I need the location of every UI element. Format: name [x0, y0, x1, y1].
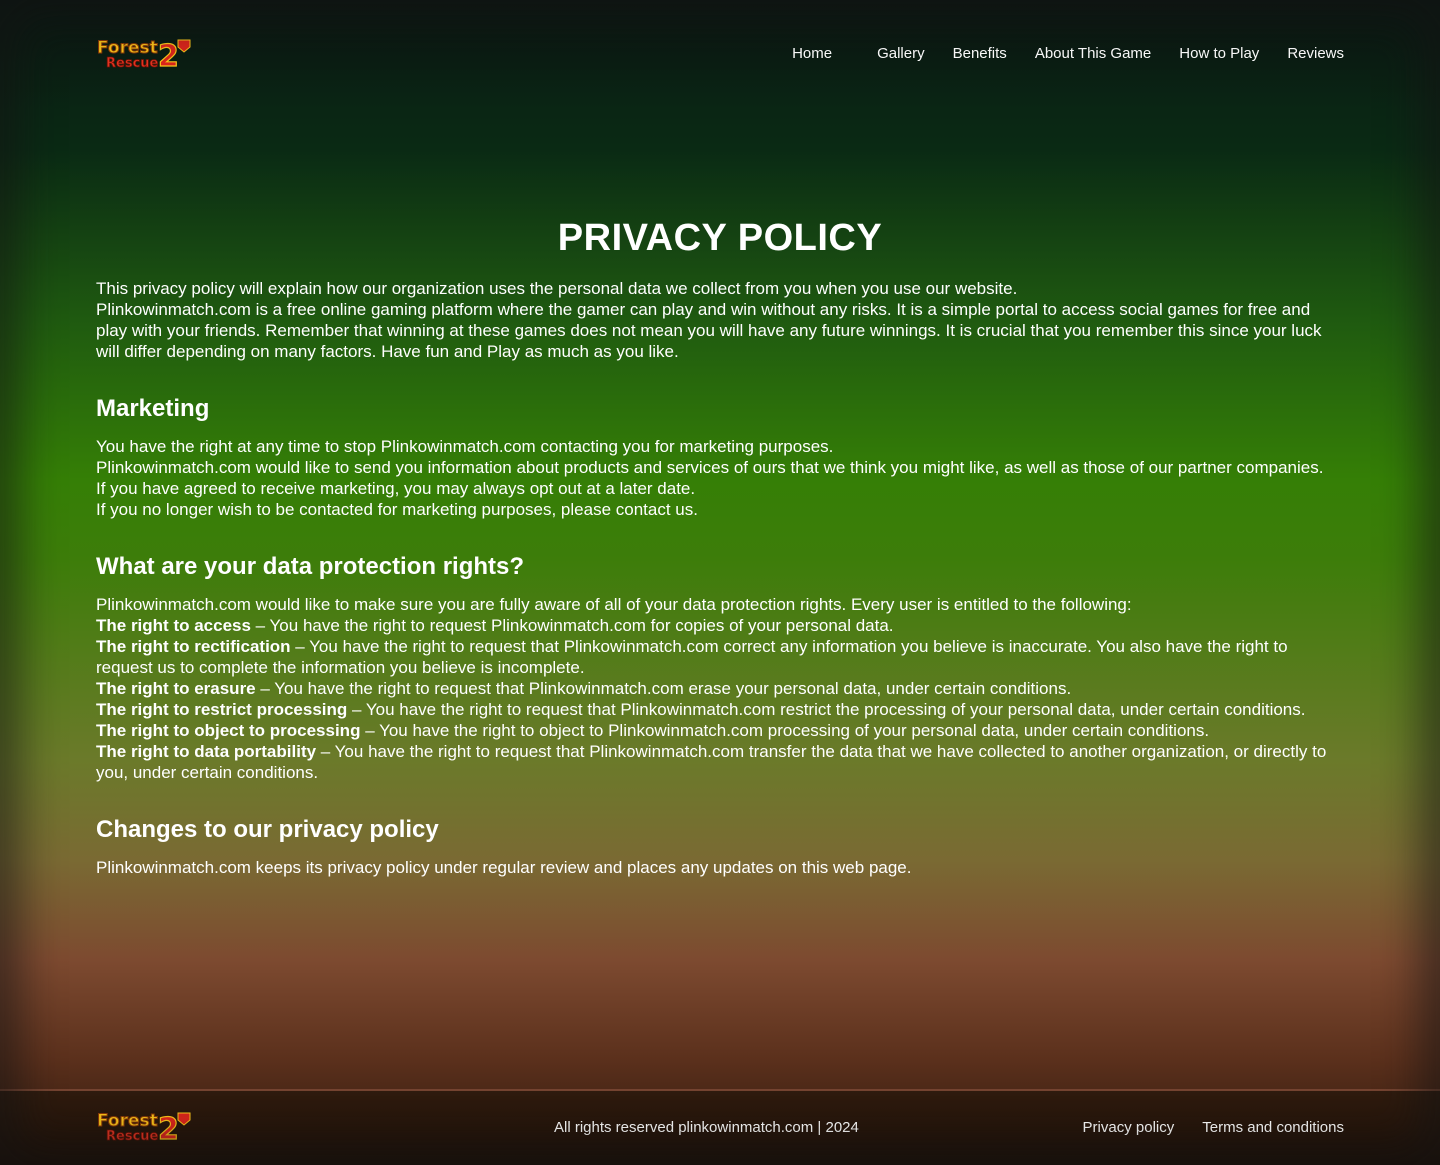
logo-number: 2 [158, 1112, 179, 1145]
copyright-text: All rights reserved plinkowinmatch.com |… [554, 1119, 859, 1136]
logo-shield-icon [177, 1112, 191, 1126]
right-text: – You have the right to request that Pli… [347, 700, 1306, 719]
changes-section: Changes to our privacy policy Plinkowinm… [96, 815, 1344, 878]
nav-benefits[interactable]: Benefits [953, 44, 1007, 64]
logo-word-rescue: Rescue [106, 56, 159, 71]
intro-section: This privacy policy will explain how our… [96, 278, 1344, 362]
right-term: The right to rectification [96, 637, 291, 656]
marketing-line: If you no longer wish to be contacted fo… [96, 500, 698, 519]
logo-shield-icon [177, 39, 191, 53]
right-term: The right to erasure [96, 679, 256, 698]
intro-paragraph: This privacy policy will explain how our… [96, 279, 1018, 298]
logo-word-rescue: Rescue [106, 1129, 159, 1144]
marketing-section: Marketing You have the right at any time… [96, 394, 1344, 520]
rights-intro: Plinkowinmatch.com would like to make su… [96, 595, 1132, 614]
logo-number: 2 [158, 39, 179, 72]
nav-home[interactable]: Home [792, 44, 832, 64]
nav-about-this-game[interactable]: About This Game [1035, 44, 1151, 64]
right-item: The right to data portability – You have… [96, 741, 1344, 783]
page-title: PRIVACY POLICY [557, 217, 883, 260]
nav-gallery[interactable]: Gallery [877, 44, 925, 64]
marketing-line: Plinkowinmatch.com would like to send yo… [96, 458, 1324, 477]
footer-link-terms-and-conditions[interactable]: Terms and conditions [1202, 1118, 1344, 1138]
right-item: The right to erasure – You have the righ… [96, 678, 1344, 699]
footer-logo[interactable]: Forest Rescue 2 [96, 1109, 192, 1148]
logo-image: Forest Rescue 2 [97, 38, 191, 75]
policy-content: This privacy policy will explain how our… [96, 278, 1344, 910]
site-logo[interactable]: Forest Rescue 2 [96, 36, 192, 75]
footer-logo-image: Forest Rescue 2 [97, 1111, 191, 1148]
site-header: Forest Rescue 2 Home Gallery Benefits Ab… [0, 0, 1440, 108]
main-nav: Home Gallery Benefits About This Game Ho… [792, 44, 1344, 64]
right-term: The right to object to processing [96, 721, 361, 740]
marketing-line: You have the right at any time to stop P… [96, 437, 834, 456]
right-text: – You have the right to request that Pli… [255, 679, 1072, 698]
footer-links: Privacy policy Terms and conditions [1055, 1118, 1344, 1138]
marketing-heading: Marketing [96, 395, 210, 422]
nav-how-to-play[interactable]: How to Play [1179, 44, 1259, 64]
changes-heading: Changes to our privacy policy [96, 816, 439, 843]
right-term: The right to data portability [96, 742, 317, 761]
logo-word-forest: Forest [97, 38, 158, 58]
rights-heading: What are your data protection rights? [96, 553, 525, 580]
right-term: The right to access [96, 616, 251, 635]
right-item: The right to rectification – You have th… [96, 636, 1344, 678]
nav-reviews[interactable]: Reviews [1287, 44, 1344, 64]
changes-text: Plinkowinmatch.com keeps its privacy pol… [96, 858, 912, 877]
footer-link-privacy-policy[interactable]: Privacy policy [1083, 1118, 1175, 1138]
right-item: The right to access – You have the right… [96, 615, 1344, 636]
right-text: – You have the right to object to Plinko… [360, 721, 1210, 740]
logo-word-forest: Forest [97, 1111, 158, 1131]
right-term: The right to restrict processing [96, 700, 348, 719]
right-item: The right to restrict processing – You h… [96, 699, 1344, 720]
marketing-line: If you have agreed to receive marketing,… [96, 479, 696, 498]
right-text: – You have the right to request Plinkowi… [250, 616, 894, 635]
rights-section: What are your data protection rights? Pl… [96, 552, 1344, 783]
right-item: The right to object to processing – You … [96, 720, 1344, 741]
intro-paragraph: Plinkowinmatch.com is a free online gami… [96, 300, 1322, 361]
